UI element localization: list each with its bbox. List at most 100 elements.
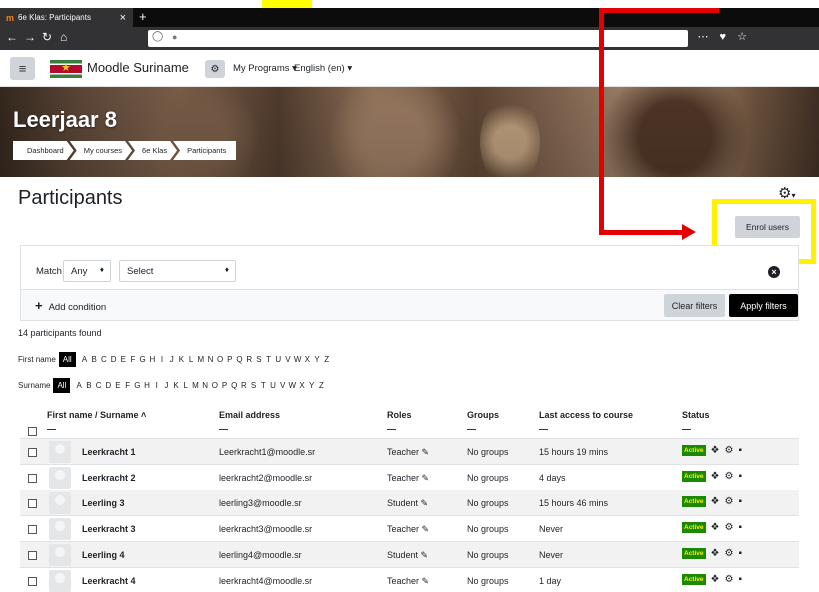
participant-role[interactable]: Teacher ✎	[387, 447, 429, 458]
initial-letter-u[interactable]: U	[273, 355, 283, 364]
participant-name[interactable]: Leerling 3	[82, 498, 125, 508]
initial-letter-g[interactable]: G	[138, 355, 148, 364]
info-icon[interactable]: ❖	[711, 471, 720, 482]
initial-letter-c[interactable]: C	[94, 381, 104, 390]
remove-condition-icon[interactable]: ×	[768, 266, 780, 278]
initial-letter-n[interactable]: N	[200, 381, 210, 390]
cog-icon[interactable]: ⚙	[724, 496, 733, 507]
trash-icon[interactable]: ▪	[738, 548, 742, 559]
browser-tab[interactable]: m 6e Klas: Participants ×	[0, 8, 133, 27]
collapse-roles-icon[interactable]: —	[387, 424, 396, 434]
initial-letter-i[interactable]: I	[157, 355, 167, 364]
initial-letter-e[interactable]: E	[118, 355, 128, 364]
trash-icon[interactable]: ▪	[738, 574, 742, 585]
initial-letter-c[interactable]: C	[99, 355, 109, 364]
suriname-flag-logo[interactable]: ★	[50, 60, 82, 78]
match-select[interactable]: Any ♦	[63, 260, 111, 282]
info-icon[interactable]: ❖	[711, 445, 720, 456]
initial-letter-l[interactable]: L	[186, 355, 196, 364]
info-icon[interactable]: ❖	[711, 496, 720, 507]
info-icon[interactable]: ❖	[711, 522, 720, 533]
initial-letter-a[interactable]: A	[74, 381, 84, 390]
initial-letter-s[interactable]: S	[254, 355, 264, 364]
initial-letter-b[interactable]: B	[89, 355, 99, 364]
initial-letter-j[interactable]: J	[162, 381, 172, 390]
participant-role[interactable]: Teacher ✎	[387, 524, 429, 535]
url-bar[interactable]: ◯ ●	[148, 30, 688, 47]
initial-letter-v[interactable]: V	[283, 355, 293, 364]
avatar[interactable]	[49, 466, 71, 489]
initial-letter-y[interactable]: Y	[307, 381, 317, 390]
column-header-last-access[interactable]: Last access to course	[539, 410, 633, 420]
home-icon[interactable]: ⌂	[60, 30, 67, 44]
reload-icon[interactable]: ↻	[42, 30, 52, 44]
initial-letter-q[interactable]: Q	[229, 381, 239, 390]
apply-filters-button[interactable]: Apply filters	[729, 294, 798, 317]
trash-icon[interactable]: ▪	[738, 471, 742, 482]
cog-icon[interactable]: ⚙	[724, 445, 733, 456]
row-checkbox[interactable]	[28, 473, 37, 483]
select-all-checkbox[interactable]	[28, 427, 37, 436]
surname-all-button[interactable]: All	[53, 378, 71, 393]
avatar[interactable]	[49, 492, 71, 515]
initial-letter-y[interactable]: Y	[312, 355, 322, 364]
menu-toggle-button[interactable]: ≡	[10, 57, 35, 80]
initial-letter-m[interactable]: M	[196, 355, 206, 364]
trash-icon[interactable]: ▪	[738, 445, 742, 456]
enrol-users-button[interactable]: Enrol users	[735, 216, 800, 238]
participant-role[interactable]: Student ✎	[387, 498, 428, 509]
collapse-email-icon[interactable]: —	[219, 424, 228, 434]
initial-letter-h[interactable]: H	[142, 381, 152, 390]
participant-name[interactable]: Leerkracht 3	[82, 524, 136, 534]
initial-letter-f[interactable]: F	[128, 355, 138, 364]
initial-letter-z[interactable]: Z	[322, 355, 332, 364]
initial-letter-t[interactable]: T	[258, 381, 268, 390]
breadcrumb-my-courses[interactable]: My courses	[70, 141, 132, 160]
initial-letter-w[interactable]: W	[287, 381, 297, 390]
cog-icon[interactable]: ⚙	[724, 548, 733, 559]
row-checkbox[interactable]	[28, 576, 37, 586]
participant-name[interactable]: Leerkracht 1	[82, 447, 136, 457]
initial-letter-z[interactable]: Z	[317, 381, 327, 390]
collapse-status-icon[interactable]: —	[682, 424, 691, 434]
cog-icon[interactable]: ⚙	[724, 471, 733, 482]
add-condition-button[interactable]: + Add condition	[35, 298, 106, 313]
initial-letter-f[interactable]: F	[123, 381, 133, 390]
my-programs-menu[interactable]: My Programs ▾	[233, 63, 297, 74]
info-icon[interactable]: ❖	[711, 548, 720, 559]
initial-letter-p[interactable]: P	[220, 381, 230, 390]
first-name-all-button[interactable]: All	[58, 352, 76, 367]
column-header-email[interactable]: Email address	[219, 410, 280, 420]
participant-name[interactable]: Leerling 4	[82, 550, 125, 560]
initial-letter-t[interactable]: T	[264, 355, 274, 364]
back-icon[interactable]: ←	[6, 30, 18, 44]
initial-letter-s[interactable]: S	[249, 381, 259, 390]
participant-role[interactable]: Student ✎	[387, 550, 428, 561]
initial-letter-g[interactable]: G	[132, 381, 142, 390]
collapse-groups-icon[interactable]: —	[467, 424, 476, 434]
initial-letter-d[interactable]: D	[109, 355, 119, 364]
site-name[interactable]: Moodle Suriname	[87, 60, 189, 75]
row-checkbox[interactable]	[28, 499, 37, 509]
trash-icon[interactable]: ▪	[738, 522, 742, 533]
initial-letter-x[interactable]: X	[297, 381, 307, 390]
breadcrumb-course[interactable]: 6e Klas	[128, 141, 177, 160]
row-checkbox[interactable]	[28, 448, 37, 457]
participant-name[interactable]: Leerkracht 2	[82, 473, 136, 483]
participant-role[interactable]: Teacher ✎	[387, 473, 429, 484]
new-tab-button[interactable]: +	[139, 9, 147, 24]
initial-letter-d[interactable]: D	[103, 381, 113, 390]
initial-letter-v[interactable]: V	[278, 381, 288, 390]
initial-letter-j[interactable]: J	[167, 355, 177, 364]
initial-letter-o[interactable]: O	[210, 381, 220, 390]
cog-icon[interactable]: ⚙	[724, 522, 733, 533]
breadcrumb-dashboard[interactable]: Dashboard	[13, 141, 74, 160]
initial-letter-r[interactable]: R	[244, 355, 254, 364]
row-checkbox[interactable]	[28, 525, 37, 535]
browser-toolbar-icons[interactable]: ⋯ ♥ ☆	[697, 30, 751, 43]
info-icon[interactable]: ❖	[711, 574, 720, 585]
initial-letter-p[interactable]: P	[225, 355, 235, 364]
initial-letter-l[interactable]: L	[181, 381, 191, 390]
shield-icon[interactable]: ◯	[152, 31, 163, 42]
row-checkbox[interactable]	[28, 550, 37, 560]
